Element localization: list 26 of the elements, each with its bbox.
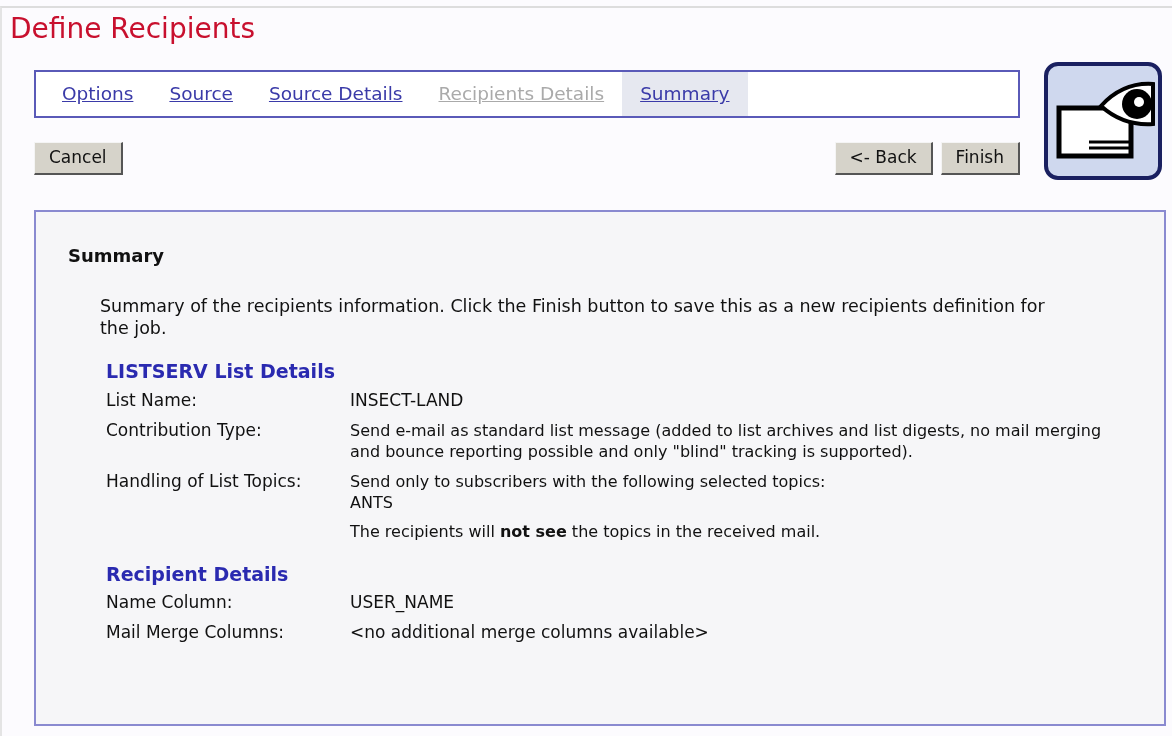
tab-link[interactable]: Source	[151, 72, 251, 116]
field-value: INSECT-LAND	[350, 389, 465, 411]
field-label: Handling of List Topics:	[106, 470, 303, 493]
intro-text: Summary of the recipients information. Click the Finish button to save this as a new recipients definition for the job.	[100, 295, 1046, 339]
tab-label: Recipients Details	[437, 82, 606, 107]
back-button[interactable]: <- Back	[834, 142, 933, 175]
tab-link[interactable]: Source Details	[250, 72, 421, 116]
cancel-button[interactable]: Cancel	[34, 142, 123, 175]
field-label: Mail Merge Columns:	[106, 622, 286, 643]
field-label: Name Column:	[106, 592, 234, 613]
eye-envelope-icon	[1044, 62, 1162, 180]
field-value: ANTS	[350, 491, 394, 513]
field-value: Send e-mail as standard list message (added to list archives and list digests, no mail merging and bounce reporting possible and only "blind" tracking is supported).	[350, 419, 1103, 462]
field-label: List Name:	[106, 389, 198, 411]
field-value: Send only to subscribers with the following selected topics:	[350, 470, 827, 492]
selected-tab[interactable]: Summary	[622, 72, 748, 116]
section-title: LISTSERV List Details	[106, 359, 336, 384]
field-label: Contribution Type:	[106, 419, 263, 442]
note-text: The recipients will not see the topics in the received mail.	[350, 520, 822, 542]
section-title: Recipient Details	[106, 561, 290, 587]
field-value: USER_NAME	[350, 592, 456, 613]
section-heading: Summary	[68, 244, 166, 268]
field-value: <no additional merge columns available>	[350, 622, 710, 643]
page-title: Define Recipients	[10, 12, 256, 46]
tab-link[interactable]: Options	[44, 72, 152, 116]
finish-button[interactable]: Finish	[940, 142, 1020, 175]
